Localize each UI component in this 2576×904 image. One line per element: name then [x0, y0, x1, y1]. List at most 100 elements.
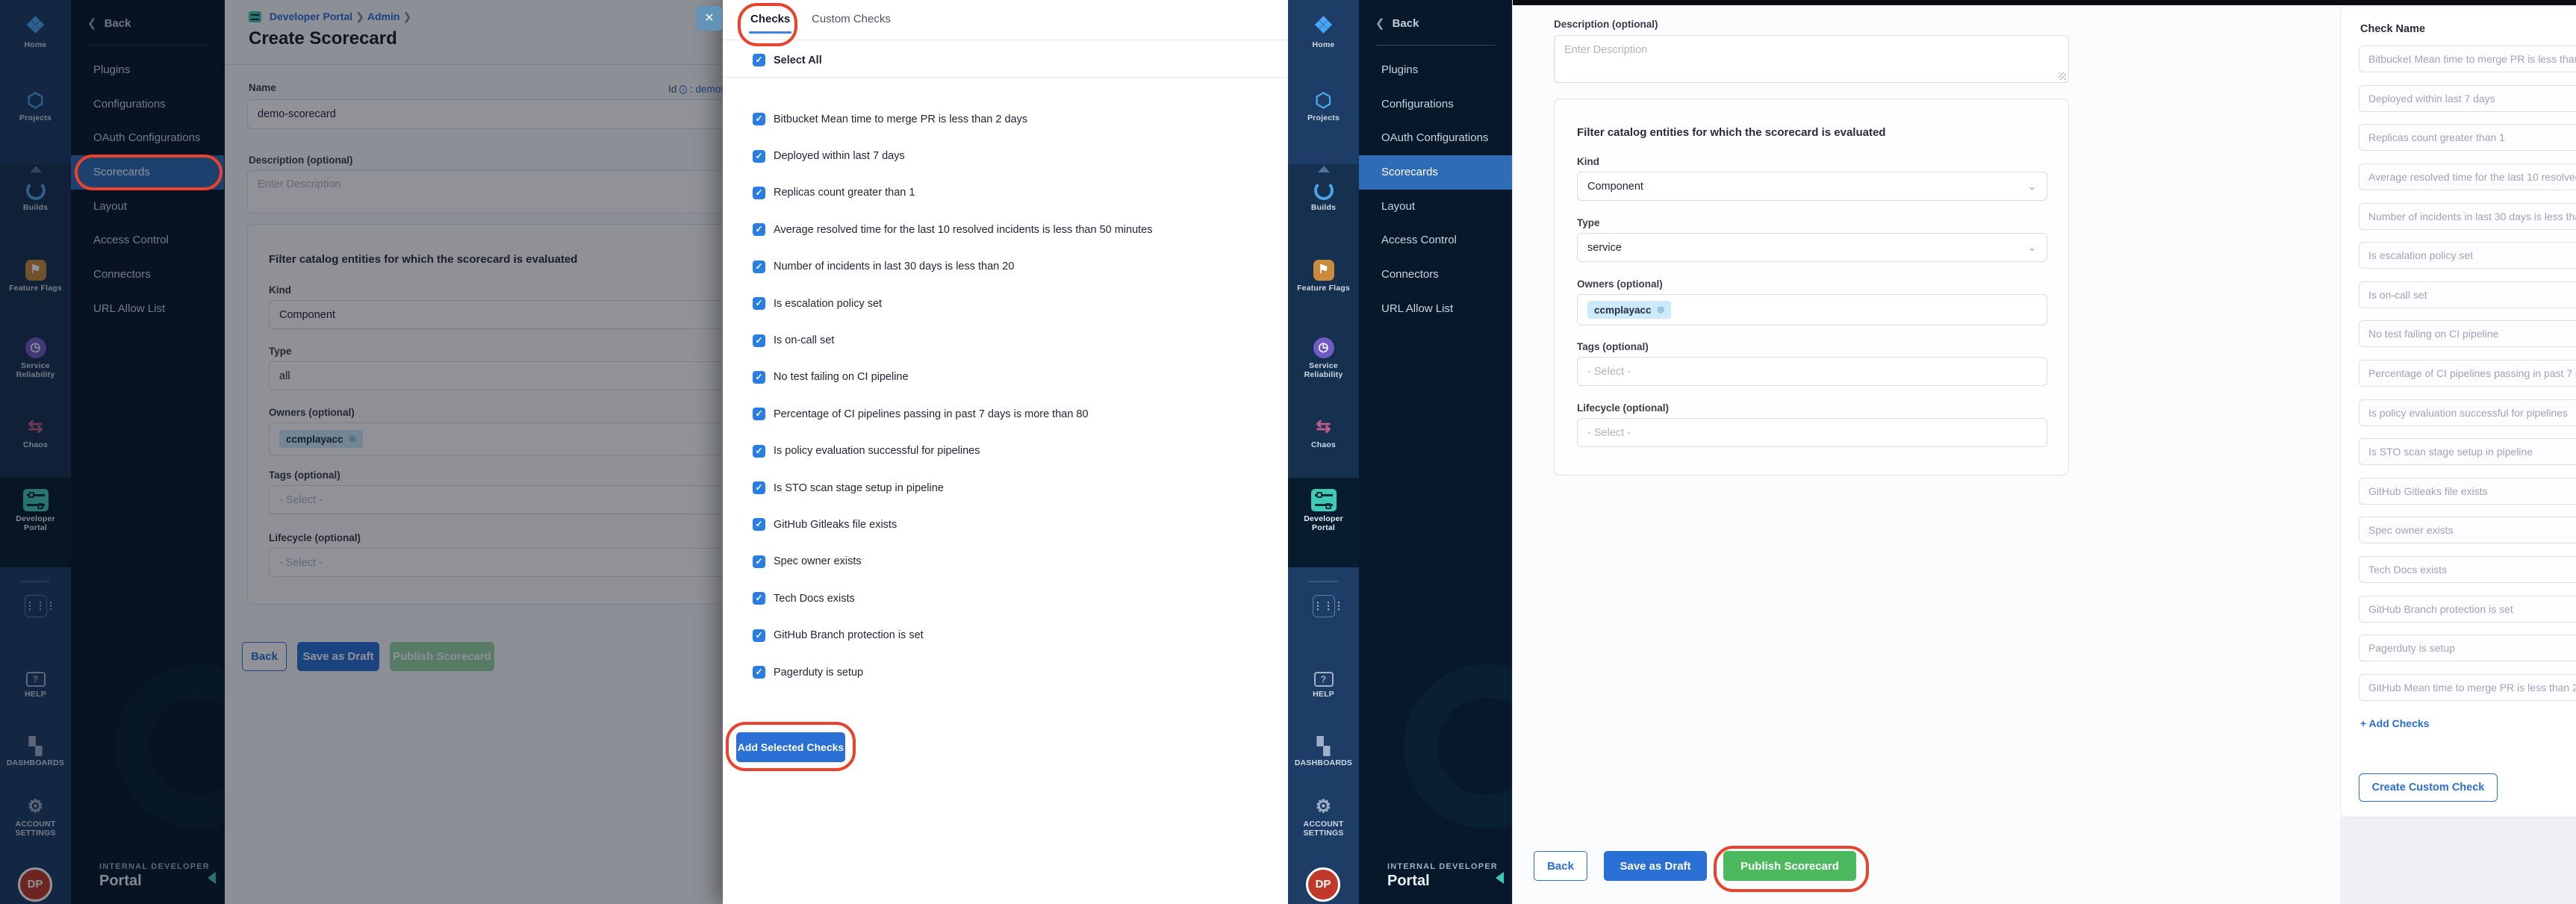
back-button[interactable]: Back — [1534, 851, 1587, 881]
checkbox-checked-icon[interactable]: ✓ — [753, 408, 765, 420]
check-row[interactable]: ✓ Is policy evaluation successful for pi… — [753, 433, 1275, 470]
check-name-input[interactable]: GitHub Mean time to merge PR is less tha… — [2359, 674, 2576, 701]
save-as-draft-button[interactable]: Save as Draft — [1604, 851, 1707, 881]
checkbox-checked-icon[interactable]: ✓ — [753, 113, 765, 125]
check-name-input[interactable]: Deployed within last 7 days — [2359, 85, 2576, 112]
owners-input[interactable]: ccmplayacc⊗ — [1577, 294, 2047, 325]
check-name-input[interactable]: Bitbucket Mean time to merge PR is less … — [2359, 46, 2576, 72]
checkbox-checked-icon[interactable]: ✓ — [753, 629, 765, 642]
owner-chip[interactable]: ccmplayacc⊗ — [1587, 301, 1671, 319]
rail-item-home[interactable]: ❖Home — [1288, 15, 1359, 49]
tab-custom-checks[interactable]: Custom Checks — [812, 13, 891, 25]
check-row[interactable]: ✓ Tech Docs exists — [753, 580, 1275, 617]
check-name-input[interactable]: Tech Docs exists — [2359, 556, 2576, 583]
rail-item-help[interactable]: ?HELP — [1288, 672, 1359, 699]
check-row[interactable]: ✓ Average resolved time for the last 10 … — [753, 211, 1275, 248]
scorecard-config-page: Description (optional) Enter Description… — [1512, 0, 2576, 904]
lifecycle-select[interactable]: - Select - — [1577, 418, 2047, 447]
check-name-input[interactable]: No test failing on CI pipeline — [2359, 320, 2576, 347]
check-name-input[interactable]: GitHub Gitleaks file exists — [2359, 478, 2576, 505]
menu-item[interactable]: Scorecards — [1359, 155, 1512, 190]
checkbox-checked-icon[interactable]: ✓ — [753, 518, 765, 531]
menu-item[interactable]: Plugins — [1359, 53, 1512, 87]
check-row[interactable]: ✓ Number of incidents in last 30 days is… — [753, 249, 1275, 285]
rail-item-account-settings[interactable]: ⚙ACCOUNT SETTINGS — [1288, 797, 1359, 838]
check-name-input[interactable]: Is escalation policy set — [2359, 242, 2576, 269]
kind-select[interactable]: Component⌄ — [1577, 172, 2047, 201]
menu-item[interactable]: Layout — [1359, 190, 1512, 224]
menu-item[interactable]: Access Control — [1359, 223, 1512, 258]
check-name-input[interactable]: Replicas count greater than 1 — [2359, 124, 2576, 151]
check-row[interactable]: ✓ Spec owner exists — [753, 543, 1275, 580]
rail-item-dashboards[interactable]: ▚DASHBOARDS — [1288, 738, 1359, 767]
check-row[interactable]: ✓ Is STO scan stage setup in pipeline — [753, 470, 1275, 506]
avatar[interactable]: DP — [1306, 867, 1340, 902]
checkbox-checked-icon[interactable]: ✓ — [753, 150, 765, 163]
checkbox-checked-icon[interactable]: ✓ — [753, 371, 765, 384]
scroll-up-icon[interactable] — [1318, 166, 1330, 172]
checkbox-checked-icon[interactable]: ✓ — [753, 223, 765, 236]
check-name-input[interactable]: Is on-call set — [2359, 281, 2576, 308]
checkbox-checked-icon[interactable]: ✓ — [753, 481, 765, 494]
panel-background — [2340, 817, 2576, 904]
checkbox-checked-icon[interactable]: ✓ — [753, 592, 765, 605]
create-custom-check-button[interactable]: Create Custom Check — [2359, 773, 2498, 802]
checkbox-checked-icon[interactable]: ✓ — [753, 261, 765, 273]
check-name-input[interactable]: Pagerduty is setup — [2359, 635, 2576, 661]
check-name-input[interactable]: Average resolved time for the last 10 re… — [2359, 163, 2576, 190]
checkbox-checked-icon[interactable]: ✓ — [753, 555, 765, 568]
description-textarea[interactable]: Enter Description — [1554, 35, 2069, 83]
menu-item[interactable]: URL Allow List — [1359, 292, 1512, 326]
check-name-input[interactable]: Percentage of CI pipelines passing in pa… — [2359, 360, 2576, 387]
rail-item-feature-flags[interactable]: ⚑Feature Flags — [1288, 260, 1359, 293]
check-row[interactable]: ✓ Is on-call set — [753, 322, 1275, 358]
collapse-sidebar-icon[interactable] — [1496, 872, 1504, 884]
menu-item[interactable]: Configurations — [1359, 87, 1512, 122]
tab-checks[interactable]: Checks — [750, 13, 790, 25]
admin-menu: ❮Back PluginsConfigurationsOAuth Configu… — [1359, 0, 1512, 904]
checkbox-checked-icon[interactable]: ✓ — [753, 334, 765, 347]
checkbox-checked-icon[interactable]: ✓ — [753, 445, 765, 458]
check-name-input[interactable]: Spec owner exists — [2359, 517, 2576, 543]
checkbox-checked-icon[interactable]: ✓ — [753, 54, 765, 66]
add-selected-checks-button[interactable]: Add Selected Checks — [736, 732, 845, 762]
checkbox-checked-icon[interactable]: ✓ — [753, 666, 765, 679]
check-row[interactable]: ✓ Is escalation policy set — [753, 285, 1275, 322]
rail-item-service-reliability[interactable]: ◷Service Reliability — [1288, 337, 1359, 379]
rail-item-builds[interactable]: Builds — [1288, 181, 1359, 212]
check-row[interactable]: ✓ Percentage of CI pipelines passing in … — [753, 396, 1275, 432]
screenshot-2: ❖Home ⬡Projects Builds ⚑Feature Flags ◷S… — [1288, 0, 2576, 904]
check-name-input[interactable]: Is policy evaluation successful for pipe… — [2359, 399, 2576, 426]
stage: ❖Home ⬡Projects Builds ⚑Feature Flags ◷S… — [0, 0, 2576, 904]
rail-item-chaos[interactable]: ⇆Chaos — [1288, 417, 1359, 449]
check-row[interactable]: ✓ Pagerduty is setup — [753, 654, 1275, 691]
close-icon[interactable]: ✕ — [697, 6, 722, 31]
check-row[interactable]: ✓ GitHub Gitleaks file exists — [753, 506, 1275, 543]
check-name-input[interactable]: Is STO scan stage setup in pipeline — [2359, 438, 2576, 465]
checkbox-checked-icon[interactable]: ✓ — [753, 297, 765, 310]
check-name-input[interactable]: GitHub Branch protection is set — [2359, 596, 2576, 623]
check-name-input[interactable]: Number of incidents in last 30 days is l… — [2359, 203, 2576, 230]
tags-select[interactable]: - Select - — [1577, 357, 2047, 386]
description-label: Description (optional) — [1554, 19, 1658, 30]
add-checks-link[interactable]: + Add Checks — [2360, 717, 2429, 729]
check-row[interactable]: ✓ GitHub Branch protection is set — [753, 617, 1275, 653]
select-all-row[interactable]: ✓ Select All — [753, 54, 822, 66]
menu-item[interactable]: Connectors — [1359, 258, 1512, 292]
check-name-row: Bitbucket Mean time to merge PR is less … — [2359, 40, 2576, 79]
check-row[interactable]: ✓ Deployed within last 7 days — [753, 137, 1275, 174]
rail-item-projects[interactable]: ⬡Projects — [1288, 90, 1359, 122]
check-row[interactable]: ✓ No test failing on CI pipeline — [753, 359, 1275, 396]
type-select[interactable]: service⌄ — [1577, 233, 2047, 262]
publish-scorecard-button[interactable]: Publish Scorecard — [1723, 851, 1856, 881]
rail-item-modules[interactable]: ⋮⋮⋮ — [1288, 595, 1359, 620]
check-row[interactable]: ✓ Bitbucket Mean time to merge PR is les… — [753, 101, 1275, 137]
check-row[interactable]: ✓ Replicas count greater than 1 — [753, 175, 1275, 211]
resize-handle[interactable] — [2059, 72, 2066, 80]
remove-chip-icon[interactable]: ⊗ — [1657, 304, 1665, 316]
rail-item-developer-portal[interactable]: Developer Portal — [1288, 489, 1359, 532]
checkbox-checked-icon[interactable]: ✓ — [753, 187, 765, 199]
menu-item[interactable]: OAuth Configurations — [1359, 121, 1512, 155]
back-link[interactable]: ❮Back — [1375, 16, 1419, 30]
filter-card: Filter catalog entities for which the sc… — [1554, 99, 2069, 476]
